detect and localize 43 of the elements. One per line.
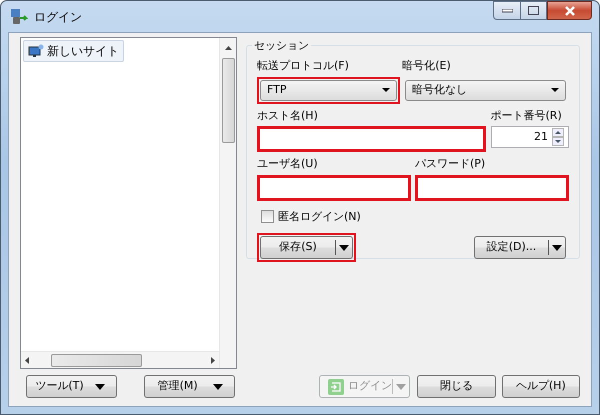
caret-icon — [552, 244, 562, 250]
anonymous-checkbox[interactable] — [261, 210, 274, 224]
caret-icon — [382, 88, 390, 92]
minimize-icon — [502, 8, 512, 12]
save-button[interactable]: 保存(S) — [260, 236, 353, 259]
spinner-arrows-icon — [552, 128, 564, 146]
app-icon — [10, 8, 28, 26]
horizontal-scrollbar[interactable] — [21, 351, 219, 368]
maximize-icon — [528, 6, 539, 15]
monitor-icon — [28, 44, 44, 58]
minimize-button[interactable] — [493, 1, 520, 20]
field-label: ポート番号(R) — [490, 108, 563, 124]
vertical-scrollbar[interactable] — [219, 38, 236, 351]
caret-icon — [339, 244, 349, 250]
scroll-thumb[interactable] — [51, 354, 142, 366]
field-label: ユーザ名(U) — [257, 156, 319, 172]
tools-button[interactable]: ツール(T) — [26, 375, 118, 398]
port-field[interactable]: 21 — [490, 126, 569, 148]
manage-button[interactable]: 管理(M) — [144, 375, 236, 398]
protocol-dropdown[interactable]: FTP — [260, 80, 398, 100]
caret-icon — [551, 88, 559, 92]
scroll-thumb[interactable] — [222, 58, 234, 143]
caret-icon — [95, 384, 106, 390]
field-label: 転送プロトコル(F) — [257, 58, 350, 74]
caret-icon — [396, 384, 406, 390]
left-arrow-icon — [25, 356, 29, 364]
close-icon — [564, 6, 576, 16]
close-button[interactable] — [547, 1, 592, 20]
right-arrow-icon — [211, 356, 215, 364]
window-title: ログイン — [34, 8, 82, 26]
up-arrow-icon — [224, 46, 232, 50]
field-label: ホスト名(H) — [257, 108, 319, 124]
help-button[interactable]: ヘルプ(H) — [502, 375, 580, 398]
encryption-dropdown[interactable]: 暗号化なし — [405, 80, 566, 100]
caret-icon — [213, 384, 224, 390]
login-icon — [328, 378, 344, 394]
field-label: 暗号化(E) — [402, 58, 452, 74]
tree-item[interactable]: 新しいサイト — [23, 40, 124, 62]
checkbox-label: 匿名ログイン(N) — [278, 208, 361, 224]
settings-button[interactable]: 設定(D)... — [474, 236, 566, 259]
field-label: パスワード(P) — [415, 156, 486, 172]
close-dialog-button[interactable]: 閉じる — [417, 375, 496, 398]
maximize-button[interactable] — [520, 1, 547, 20]
